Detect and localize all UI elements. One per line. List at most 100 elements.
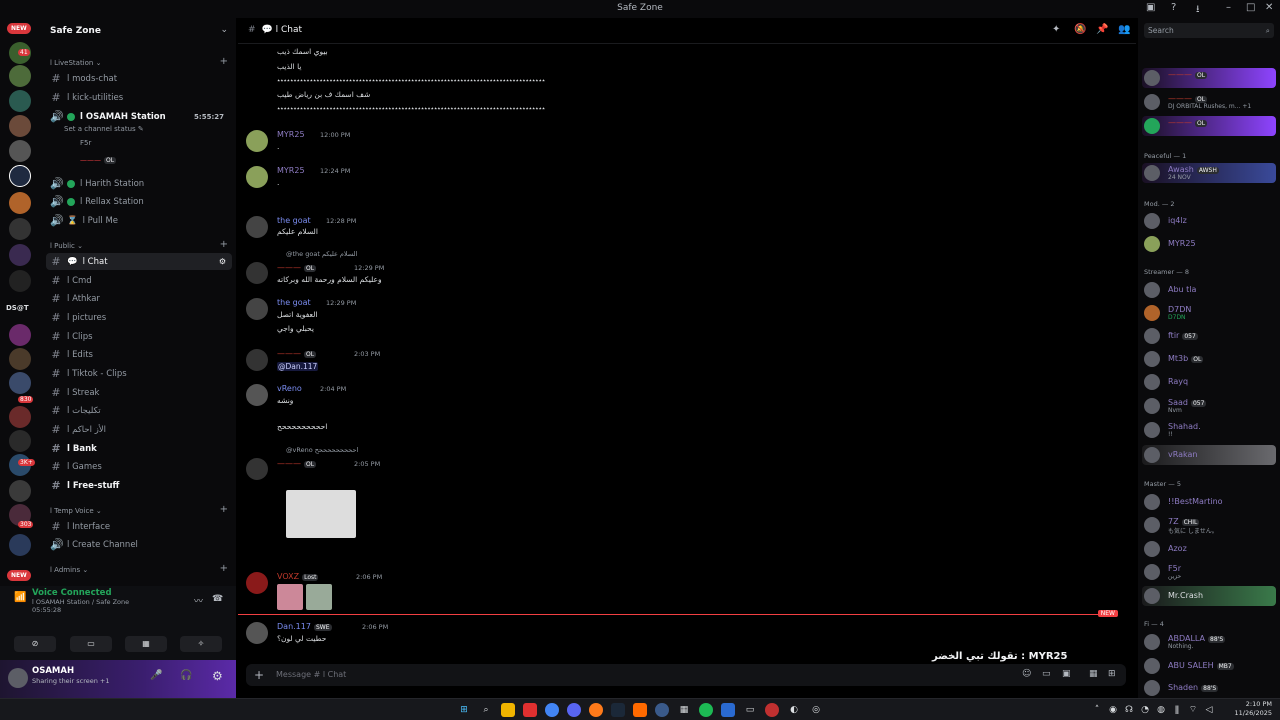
windows-start-icon[interactable]: ⊞	[457, 703, 471, 717]
member-item[interactable]: 7Z CHIL も気に しません。	[1142, 515, 1276, 535]
server-icon[interactable]	[9, 406, 31, 428]
add-channel-icon[interactable]: +	[220, 504, 228, 515]
member-item[interactable]: Awash AWSH 24 NOV	[1142, 163, 1276, 183]
tray-icon[interactable]: ◔	[1138, 703, 1152, 717]
server-icon[interactable]	[9, 372, 31, 394]
message-author[interactable]: ——— OL	[277, 263, 317, 272]
apps-icon[interactable]: ▦	[1089, 669, 1098, 679]
file-explorer-icon[interactable]	[501, 703, 515, 717]
server-icon[interactable]	[9, 348, 31, 370]
message-author[interactable]: VOXZ Lost	[277, 572, 319, 581]
add-channel-icon[interactable]: +	[220, 56, 228, 67]
channel-tiktok-clips[interactable]: # l Tiktok - Clips	[46, 365, 232, 382]
channel-athkar[interactable]: # l Athkar	[46, 290, 232, 307]
member-list-icon[interactable]: 👥	[1118, 24, 1130, 35]
avatar[interactable]	[246, 622, 268, 644]
volume-icon[interactable]: ◁	[1202, 703, 1216, 717]
member-item[interactable]: ftir 057	[1142, 326, 1276, 346]
camera-button[interactable]: ⊘	[14, 636, 56, 652]
threads-icon[interactable]: ✦	[1052, 24, 1060, 35]
deafen-icon[interactable]: 🎧	[180, 670, 192, 681]
app-icon[interactable]: ▭	[743, 703, 757, 717]
server-icon[interactable]	[9, 534, 31, 556]
browser-icon[interactable]	[589, 703, 603, 717]
channel-cmd[interactable]: # l Cmd	[46, 272, 232, 289]
server-icon[interactable]	[9, 480, 31, 502]
member-item[interactable]: vRakan	[1142, 445, 1276, 465]
user-mention[interactable]: @Dan.117	[277, 362, 319, 371]
message-author[interactable]: MYR25	[277, 130, 305, 139]
avatar[interactable]	[246, 458, 268, 480]
server-icon[interactable]	[9, 192, 31, 214]
add-channel-icon[interactable]: +	[220, 239, 228, 250]
chevron-down-icon[interactable]: ⌄	[220, 25, 228, 35]
voice-user-tag[interactable]: ——— OL	[80, 156, 117, 164]
pin-icon[interactable]: 📌	[1096, 24, 1108, 35]
category-public[interactable]: l Public ⌄	[50, 242, 83, 250]
reply-preview[interactable]: @the goat السلام عليكم	[286, 250, 357, 258]
server-icon[interactable]	[9, 65, 31, 87]
app-icon[interactable]	[721, 703, 735, 717]
member-item[interactable]: D7DN D7DN	[1142, 303, 1276, 323]
avatar[interactable]	[246, 130, 268, 152]
notification-settings-icon[interactable]: 🔕	[1074, 24, 1086, 35]
voice-channel-harith[interactable]: 🔊 l Harith Station	[46, 175, 232, 192]
avatar[interactable]	[246, 298, 268, 320]
avatar[interactable]	[246, 349, 268, 371]
avatar[interactable]	[246, 572, 268, 594]
server-label-dsat[interactable]: DS@T	[6, 304, 29, 312]
gift-icon[interactable]: ☺	[1022, 669, 1031, 679]
disconnect-icon[interactable]: ☎	[212, 594, 223, 604]
signal-icon[interactable]: 📶	[14, 592, 26, 603]
screen-share-button[interactable]: ▭	[70, 636, 112, 652]
minimize-icon[interactable]: –	[1226, 2, 1231, 13]
search-input[interactable]: Search ⌕	[1144, 23, 1274, 38]
voice-channel-rellax[interactable]: 🔊 l Rellax Station	[46, 193, 232, 210]
app-icon[interactable]	[655, 703, 669, 717]
avatar[interactable]	[8, 668, 28, 688]
avatar[interactable]	[246, 262, 268, 284]
member-item[interactable]: ——— OL	[1142, 116, 1276, 136]
message-author[interactable]: Dan.117 SWE	[277, 622, 332, 631]
message-author[interactable]: ——— OL	[277, 459, 317, 468]
tray-icon[interactable]: ◉	[1106, 703, 1120, 717]
member-item[interactable]: ABU SALEH MB7	[1142, 656, 1276, 676]
member-item[interactable]: MYR25	[1142, 234, 1276, 254]
member-item[interactable]: Shahad.!!	[1142, 420, 1276, 440]
soundboard-button[interactable]: ✧	[180, 636, 222, 652]
server-icon[interactable]	[9, 115, 31, 137]
settings-gear-icon[interactable]: ⚙	[212, 669, 223, 683]
gif-icon[interactable]: ▭	[1042, 669, 1051, 679]
channel-free-stuff[interactable]: # l Free-stuff	[46, 477, 232, 494]
emoji-icon[interactable]: ⊞	[1108, 669, 1116, 679]
tray-icon[interactable]: ☊	[1122, 703, 1136, 717]
message-author[interactable]: ——— OL	[277, 349, 317, 358]
voice-channel-pull-me[interactable]: 🔊 ⌛ l Pull Me	[46, 212, 232, 229]
avatar[interactable]	[246, 384, 268, 406]
mic-icon[interactable]: ǁ	[1170, 703, 1184, 717]
discord-icon[interactable]	[567, 703, 581, 717]
image-attachment[interactable]	[286, 490, 356, 538]
image-attachment[interactable]	[306, 584, 332, 610]
channel-games[interactable]: # l Games	[46, 458, 232, 475]
member-item[interactable]: ——— OL	[1142, 68, 1276, 88]
server-icon[interactable]	[9, 270, 31, 292]
set-channel-status[interactable]: Set a channel status ✎	[64, 125, 144, 133]
message-author[interactable]: the goat	[277, 298, 311, 307]
mute-icon[interactable]: 🎤	[150, 670, 162, 681]
member-item[interactable]: ——— OL DJ ORBITAL Rushes, m... +1	[1142, 92, 1276, 112]
inbox-icon[interactable]: ▣	[1146, 2, 1155, 13]
member-item[interactable]: F5r حزين	[1142, 562, 1276, 582]
spotify-icon[interactable]	[699, 703, 713, 717]
member-item[interactable]: !!BestMartino	[1142, 492, 1276, 512]
voice-user-f5r[interactable]: F5r	[80, 139, 91, 147]
voice-connected-title[interactable]: Voice Connected	[32, 588, 112, 598]
noise-suppression-icon[interactable]: 〰	[194, 594, 203, 607]
member-item[interactable]: Azoz	[1142, 539, 1276, 559]
voice-connected-channel[interactable]: l OSAMAH Station / Safe Zone	[32, 598, 129, 606]
avatar[interactable]	[246, 216, 268, 238]
category-admins[interactable]: l Admins ⌄	[50, 566, 88, 574]
steam-icon[interactable]	[611, 703, 625, 717]
server-icon[interactable]	[9, 244, 31, 266]
channel-pictures[interactable]: # l pictures	[46, 309, 232, 326]
